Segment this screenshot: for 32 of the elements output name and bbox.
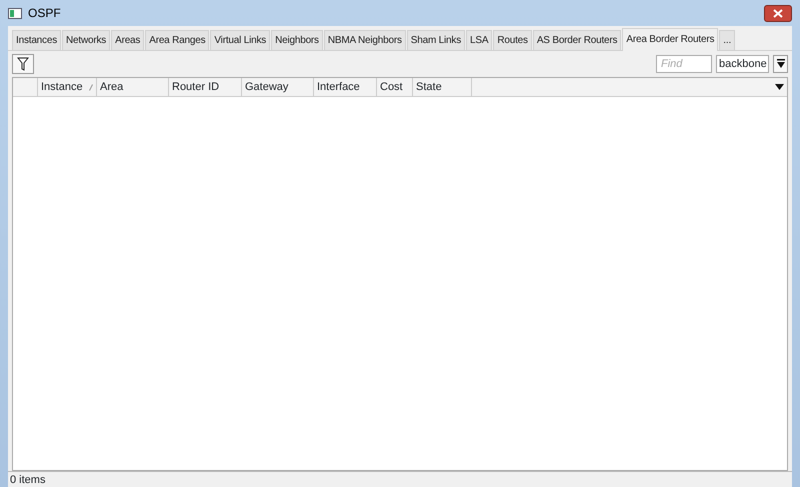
tab[interactable]: Areas [111,30,144,50]
window-title: OSPF [28,5,61,22]
close-icon [773,8,783,18]
column-menu-icon[interactable] [775,84,784,90]
column-header[interactable]: State [413,78,472,96]
more-tabs-button[interactable]: ... [719,30,736,50]
tab[interactable]: Neighbors [271,30,323,50]
tab[interactable]: Sham Links [406,30,466,50]
tab[interactable]: Area Border Routers [622,28,718,51]
tab[interactable]: Instances [12,30,62,50]
filter-icon [17,57,29,71]
filter-dropdown[interactable]: backbone [716,55,769,73]
find-field[interactable]: Find [656,55,712,73]
tab[interactable]: Virtual Links [210,30,270,50]
tab[interactable]: LSA [466,30,492,50]
column-header[interactable]: Area [97,78,169,96]
column-header[interactable]: Router ID [169,78,242,96]
tab[interactable]: AS Border Routers [532,30,622,50]
column-header[interactable]: Gateway [242,78,314,96]
column-header[interactable]: Instance [41,80,83,94]
tab[interactable]: Networks [62,30,110,50]
column-header[interactable]: Interface [314,78,377,96]
filter-button[interactable] [12,54,34,74]
tab[interactable]: Area Ranges [145,30,210,50]
close-button[interactable] [764,4,792,22]
dropdown-button[interactable] [773,55,788,73]
caret-icon [776,59,784,69]
window-icon [8,8,22,18]
tab[interactable]: Routes [493,30,532,50]
tab[interactable]: NBMA Neighbors [324,30,406,50]
item-count: 0 items [8,471,792,487]
column-header[interactable]: Cost [377,78,413,96]
